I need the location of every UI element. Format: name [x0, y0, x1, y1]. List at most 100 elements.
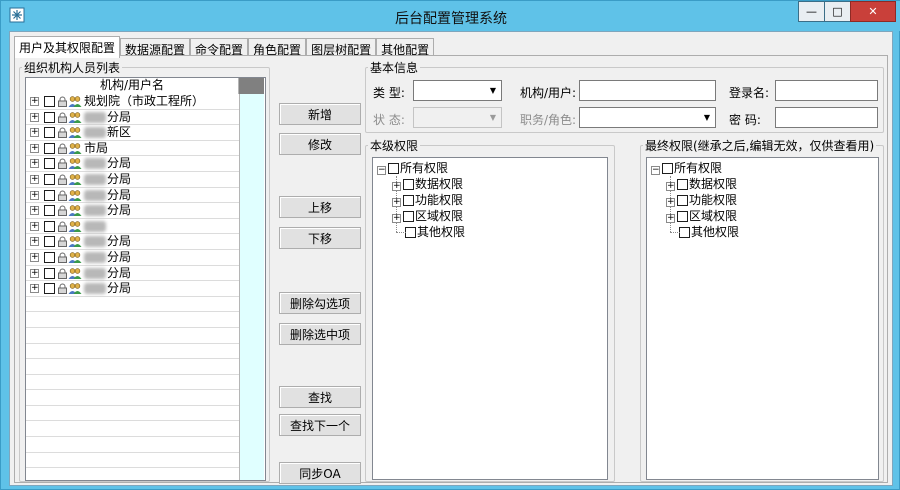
- tree-node-child[interactable]: + 数据权限: [666, 178, 737, 191]
- org-row[interactable]: + 分局: [26, 281, 239, 297]
- minimize-button[interactable]: —: [798, 1, 825, 22]
- expand-icon[interactable]: +: [392, 214, 401, 223]
- org-row[interactable]: + 分局: [26, 110, 239, 126]
- tree-checkbox[interactable]: [403, 195, 414, 206]
- chevron-down-icon[interactable]: ▼: [485, 108, 501, 127]
- row-checkbox[interactable]: [44, 189, 55, 201]
- org-row[interactable]: + 分局: [26, 234, 239, 250]
- delete-selected-button[interactable]: 删除选中项: [279, 323, 361, 345]
- delete-checked-button[interactable]: 删除勾选项: [279, 292, 361, 314]
- level-permission-tree[interactable]: − 所有权限 + 数据权限 + 功能权限 + 区域权限 其他权限: [372, 157, 608, 480]
- move-up-button[interactable]: 上移: [279, 196, 361, 218]
- edit-button[interactable]: 修改: [279, 133, 361, 155]
- row-checkbox[interactable]: [44, 111, 55, 123]
- users-icon: [68, 127, 82, 139]
- status-select[interactable]: ▼: [413, 107, 502, 128]
- row-checkbox[interactable]: [44, 173, 55, 185]
- tree-node-root[interactable]: − 所有权限: [651, 162, 722, 175]
- collapse-icon[interactable]: −: [651, 166, 660, 175]
- row-checkbox[interactable]: [44, 96, 55, 107]
- org-row-empty: [26, 359, 239, 375]
- chevron-down-icon[interactable]: ▼: [699, 108, 715, 127]
- type-select[interactable]: ▼: [413, 80, 502, 101]
- expand-icon[interactable]: +: [30, 284, 39, 294]
- tree-checkbox[interactable]: [405, 227, 416, 238]
- row-checkbox[interactable]: [44, 127, 55, 139]
- tree-checkbox[interactable]: [677, 211, 688, 222]
- expand-icon[interactable]: +: [30, 112, 39, 122]
- chevron-down-icon[interactable]: ▼: [485, 81, 501, 100]
- tree-node-child[interactable]: + 区域权限: [392, 210, 463, 223]
- add-button[interactable]: 新增: [279, 103, 361, 125]
- org-row[interactable]: +: [26, 219, 239, 235]
- org-row-label: 规划院（市政工程所）: [84, 94, 204, 108]
- expand-icon[interactable]: +: [30, 159, 39, 169]
- expand-icon[interactable]: +: [30, 174, 39, 184]
- redacted-text: [84, 189, 106, 201]
- tree-node-child[interactable]: + 功能权限: [392, 194, 463, 207]
- expand-icon[interactable]: +: [30, 128, 39, 138]
- org-row[interactable]: + 分局: [26, 266, 239, 282]
- org-row[interactable]: + 分局: [26, 203, 239, 219]
- grid-header: 机构/用户名: [26, 78, 264, 94]
- org-row[interactable]: + 新区: [26, 125, 239, 141]
- window-title: 后台配置管理系统: [395, 11, 507, 27]
- find-button[interactable]: 查找: [279, 386, 361, 408]
- tab-page: 组织机构人员列表 机构/用户名 + 规划院（市政工程所） + 分局 + 新区 + 市局 + 分局 +…: [14, 55, 888, 484]
- title-bar[interactable]: 后台配置管理系统 — □ ✕: [1, 1, 900, 31]
- row-checkbox[interactable]: [44, 283, 55, 295]
- expand-icon[interactable]: +: [30, 143, 39, 153]
- row-checkbox[interactable]: [44, 267, 55, 279]
- org-row[interactable]: + 市局: [26, 141, 239, 157]
- org-row[interactable]: + 分局: [26, 156, 239, 172]
- tree-node-root[interactable]: − 所有权限: [377, 162, 448, 175]
- expand-icon[interactable]: +: [30, 97, 39, 106]
- lock-icon: [58, 252, 67, 263]
- row-checkbox[interactable]: [44, 251, 55, 263]
- find-next-button[interactable]: 查找下一个: [279, 414, 361, 436]
- expand-icon[interactable]: +: [30, 252, 39, 262]
- tree-checkbox[interactable]: [403, 179, 414, 190]
- move-down-button[interactable]: 下移: [279, 227, 361, 249]
- sync-oa-button[interactable]: 同步OA: [279, 462, 361, 484]
- maximize-button[interactable]: □: [824, 1, 851, 22]
- org-row[interactable]: + 分局: [26, 172, 239, 188]
- expand-icon[interactable]: +: [30, 206, 39, 216]
- post-role-select[interactable]: ▼: [579, 107, 716, 128]
- row-checkbox[interactable]: [44, 205, 55, 217]
- tree-checkbox[interactable]: [403, 211, 414, 222]
- tree-checkbox[interactable]: [662, 163, 673, 174]
- row-checkbox[interactable]: [44, 236, 55, 248]
- tree-node-child[interactable]: + 功能权限: [666, 194, 737, 207]
- close-button[interactable]: ✕: [850, 1, 896, 22]
- expand-icon[interactable]: +: [666, 214, 675, 223]
- org-row[interactable]: + 分局: [26, 188, 239, 204]
- row-checkbox[interactable]: [44, 158, 55, 170]
- tree-checkbox[interactable]: [388, 163, 399, 174]
- collapse-icon[interactable]: −: [377, 166, 386, 175]
- final-permission-tree[interactable]: − 所有权限 + 数据权限 + 功能权限 + 区域权限 其他权限: [646, 157, 879, 480]
- org-row[interactable]: + 规划院（市政工程所）: [26, 94, 239, 110]
- tree-checkbox[interactable]: [677, 195, 688, 206]
- row-checkbox[interactable]: [44, 220, 55, 232]
- expand-icon[interactable]: +: [392, 182, 401, 191]
- grid-column-header[interactable]: 机构/用户名: [26, 78, 239, 94]
- expand-icon[interactable]: +: [30, 268, 39, 278]
- tree-checkbox[interactable]: [677, 179, 688, 190]
- tab-user-permissions[interactable]: 用户及其权限配置: [14, 36, 121, 58]
- tree-checkbox[interactable]: [679, 227, 690, 238]
- org-row[interactable]: + 分局: [26, 250, 239, 266]
- expand-icon[interactable]: +: [666, 182, 675, 191]
- expand-icon[interactable]: +: [30, 237, 39, 247]
- org-grid[interactable]: 机构/用户名 + 规划院（市政工程所） + 分局 + 新区 + 市局 + 分局 + 分局 + 分局 + 分局 +…: [25, 77, 266, 481]
- row-checkbox[interactable]: [44, 142, 55, 154]
- password-input[interactable]: [775, 107, 878, 128]
- login-input[interactable]: [775, 80, 878, 101]
- expand-icon[interactable]: +: [30, 190, 39, 200]
- expand-icon[interactable]: +: [392, 198, 401, 207]
- tree-node-child[interactable]: + 数据权限: [392, 178, 463, 191]
- org-user-input[interactable]: [579, 80, 716, 101]
- expand-icon[interactable]: +: [666, 198, 675, 207]
- expand-icon[interactable]: +: [30, 221, 39, 231]
- tree-node-child[interactable]: + 区域权限: [666, 210, 737, 223]
